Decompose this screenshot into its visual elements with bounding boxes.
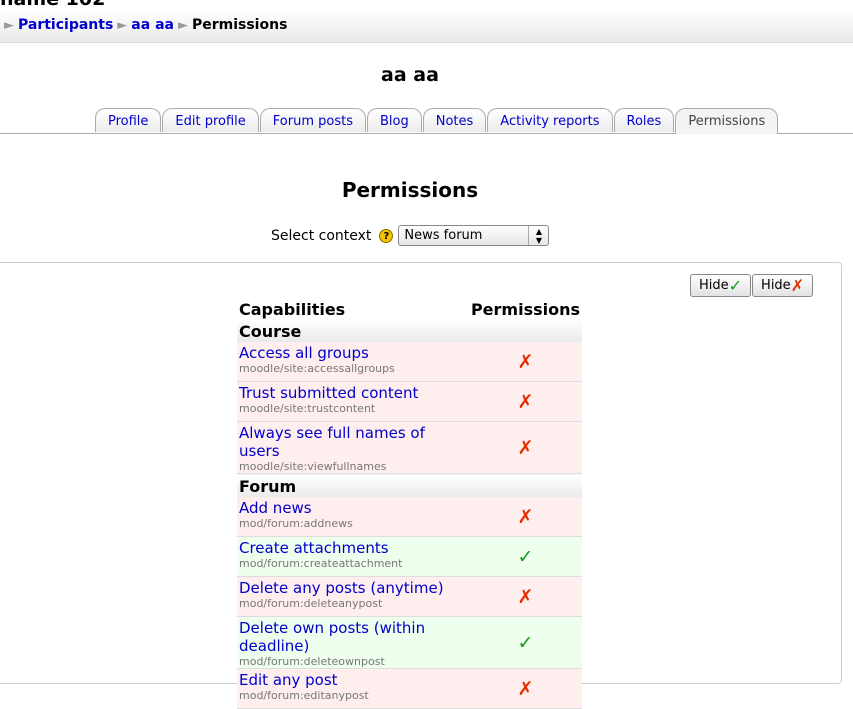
table-header-row: Capabilities Permissions [237,297,582,319]
check-icon: ✓ [468,536,582,577]
capability-cell: Add news mod/forum:addnews [237,497,469,537]
hide-prohibited-label: Hide [761,278,791,293]
user-name-heading: aa aa [381,64,439,86]
check-icon: ✓ [468,616,582,669]
tab-blog[interactable]: Blog [367,108,422,132]
permissions-header: Permissions [470,299,580,319]
help-icon[interactable]: ? [379,228,394,243]
tab-edit-profile[interactable]: Edit profile [162,108,259,132]
capability-link[interactable]: Trust submitted content [239,384,467,402]
table-row: Edit any post mod/forum:editanypost ✗ [237,668,582,709]
capability-cell: Delete own posts (within deadline) mod/fo… [237,616,469,669]
group-row: Forum [237,473,582,497]
cross-icon: ✗ [468,421,582,474]
capability-id: mod/forum:deleteanypost [239,597,383,610]
tab-permissions[interactable]: Permissions [675,108,779,134]
table-row: Always see full names of users moodle/sit… [237,421,582,474]
tab-notes[interactable]: Notes [422,108,487,132]
context-select[interactable]: News forum ▲ ▼ [398,225,550,246]
capability-cell: Delete any posts (anytime) mod/forum:dele… [237,576,469,617]
site-title: name 102 [0,0,105,10]
breadcrumb-separator: ► [117,18,128,33]
tabs: Profile Edit profile Forum posts Blog Notes A… [95,108,779,134]
breadcrumb-participants[interactable]: Participants [18,17,113,33]
breadcrumb-user[interactable]: aa aa [131,17,174,33]
table-row: Access all groups moodle/site:accessallgr… [237,342,582,382]
table-row: Create attachments mod/forum:createattach… [237,536,582,577]
hide-allowed-button[interactable]: Hide ✓ [690,274,752,297]
capability-link[interactable]: Delete own posts (within deadline) [239,619,467,655]
tab-profile[interactable]: Profile [95,108,162,132]
capability-id: mod/forum:editanypost [239,689,369,702]
capability-link[interactable]: Add news [239,499,467,517]
navbar: ► Participants ► aa aa ► Permissions [0,10,853,43]
capability-link[interactable]: Create attachments [239,539,467,557]
capability-cell: Edit any post mod/forum:editanypost [237,668,469,709]
group-name: Course [237,319,582,342]
breadcrumb-current: Permissions [191,17,288,33]
table-row: Delete own posts (within deadline) mod/fo… [237,616,582,669]
context-selector: Select context ? News forum ▲ ▼ [271,225,550,246]
capability-cell: Always see full names of users moodle/sit… [237,421,469,474]
cross-icon: ✗ [468,381,582,422]
capabilities-header: Capabilities [239,299,346,319]
cross-icon: ✗ [468,576,582,617]
tab-forum-posts[interactable]: Forum posts [259,108,366,132]
capability-id: moodle/site:trustcontent [239,402,376,415]
context-label: Select context [271,227,372,244]
context-select-value: News forum [404,228,483,243]
tab-roles[interactable]: Roles [613,108,675,132]
breadcrumb-separator: ► [177,18,188,33]
check-icon: ✓ [728,276,743,295]
capabilities-table: Capabilities Permissions Course Access al… [237,297,582,709]
page-title: Permissions [341,178,479,202]
hide-allowed-label: Hide [699,278,729,293]
group-name: Forum [237,473,582,497]
tab-activity-reports[interactable]: Activity reports [487,108,613,132]
capability-id: moodle/site:viewfullnames [239,460,387,473]
table-row: Add news mod/forum:addnews ✗ [237,497,582,537]
table-row: Trust submitted content moodle/site:trust… [237,381,582,422]
group-row: Course [237,319,582,342]
capability-link[interactable]: Delete any posts (anytime) [239,579,467,597]
capability-link[interactable]: Edit any post [239,671,467,689]
breadcrumb: ► Participants ► aa aa ► Permissions [0,17,287,33]
cross-icon: ✗ [468,497,582,537]
capability-id: mod/forum:createattachment [239,557,403,570]
capability-link[interactable]: Access all groups [239,344,467,362]
capability-id: moodle/site:accessallgroups [239,362,395,375]
hide-buttons: Hide ✓ Hide ✗ [690,274,814,297]
hide-prohibited-button[interactable]: Hide ✗ [752,274,814,297]
select-arrows-icon: ▲ ▼ [528,226,548,245]
capability-cell: Trust submitted content moodle/site:trust… [237,381,469,422]
table-row: Delete any posts (anytime) mod/forum:dele… [237,576,582,617]
tab-bar: Profile Edit profile Forum posts Blog Notes A… [0,108,853,134]
capability-link[interactable]: Always see full names of users [239,424,467,460]
capability-cell: Create attachments mod/forum:createattach… [237,536,469,577]
cross-icon: ✗ [468,342,582,382]
capability-id: mod/forum:addnews [239,517,353,530]
cross-icon: ✗ [468,668,582,709]
cross-icon: ✗ [790,276,805,295]
capability-cell: Access all groups moodle/site:accessallgr… [237,342,469,382]
breadcrumb-separator: ► [4,18,14,33]
